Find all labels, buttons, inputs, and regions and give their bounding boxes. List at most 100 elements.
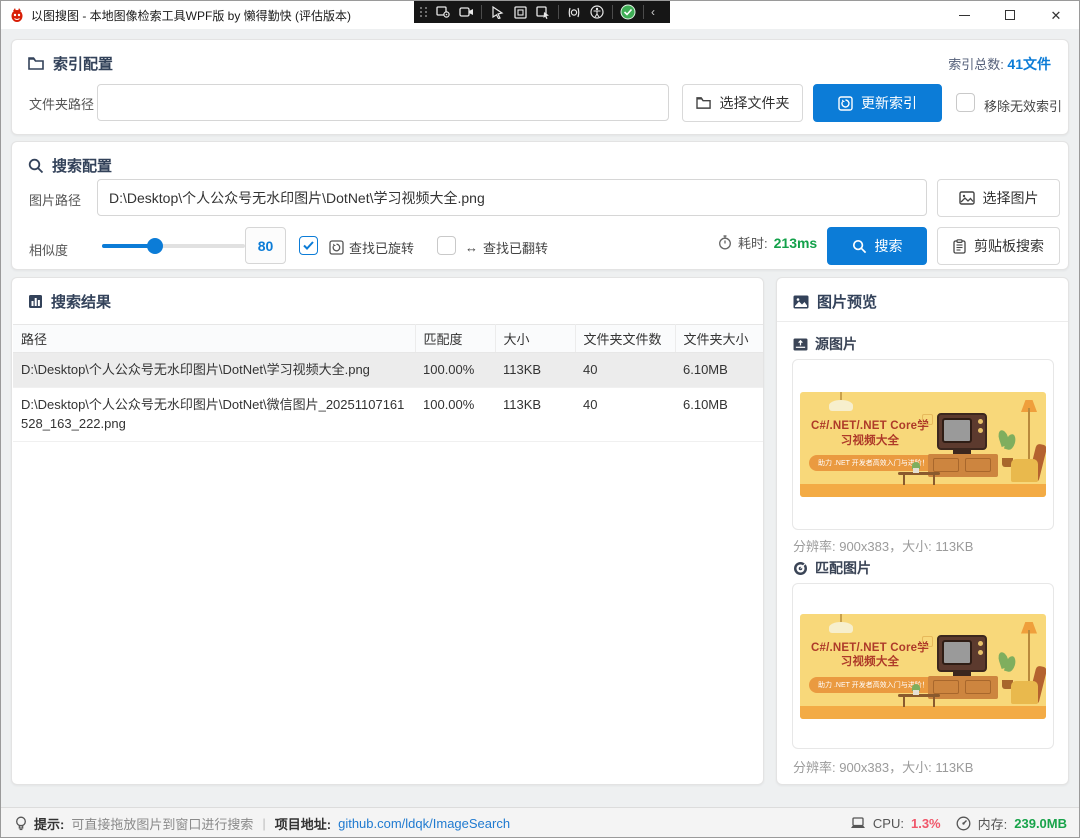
find-rotated-checkbox[interactable] [299,236,318,255]
maximize-icon [1005,10,1015,20]
find-rotated-option: 查找已旋转 [329,238,414,257]
banner-lamp-shade [829,622,853,633]
find-flipped-option: ↔ 查找已翻转 [465,238,548,257]
slider-thumb[interactable] [147,238,163,254]
collapse-chevron[interactable]: ‹ [651,5,655,19]
banner-title: C#/.NET/.NET Core学习视频大全 [806,419,934,449]
app-icon [9,7,25,23]
rotate-icon [329,240,344,255]
cpu-value: 1.3% [911,816,941,831]
banner-title: C#/.NET/.NET Core学习视频大全 [806,641,934,671]
source-image-header: 源图片 [793,334,857,354]
remove-invalid-checkbox[interactable] [956,93,975,112]
cursor-capture-icon[interactable] [535,4,551,20]
close-button[interactable]: ✕ [1033,1,1079,29]
recorder-icon[interactable] [458,4,474,20]
banner-tv-stand [953,672,971,676]
matched-image-info: 分辨率: 900x383，大小: 113KB [793,757,973,776]
banner-floorlamp-pole [1028,408,1030,463]
result-row[interactable]: D:\Desktop\个人公众号无水印图片\DotNet\学习视频大全.png … [13,353,763,388]
result-folder-files: 40 [575,387,675,441]
matched-image-frame[interactable]: C#/.NET/.NET Core学习视频大全 助力 .NET 开发者高效入门与… [792,583,1054,749]
banner-small-pot [913,468,919,473]
col-size[interactable]: 大小 [495,325,575,353]
target-icon [793,561,808,576]
window-title: 以图搜图 - 本地图像检索工具WPF版 by 懒得勤快 (评估版本) [31,7,351,24]
title-bar[interactable]: 以图搜图 - 本地图像检索工具WPF版 by 懒得勤快 (评估版本) [1,1,1079,29]
find-flipped-label: 查找已翻转 [483,238,548,257]
status-left: 提示: 可直接拖放图片到窗口进行搜索 | 项目地址: github.com/ld… [15,814,510,833]
select-image-button[interactable]: 选择图片 [937,179,1060,217]
matched-image-header: 匹配图片 [793,558,871,578]
search-button[interactable]: 搜索 [827,227,927,265]
index-config-card: 索引配置 索引总数: 41文件 文件夹路径 选择文件夹 更新索引 移除无效索引 [11,39,1069,135]
index-total: 索引总数: 41文件 [948,54,1051,74]
source-image-frame[interactable]: C#/.NET/.NET Core学习视频大全 助力 .NET 开发者高效入门与… [792,359,1054,530]
folder-icon [696,96,712,110]
accessibility-icon[interactable] [589,4,605,20]
banner-strip [800,706,1046,719]
annotate-icon[interactable] [435,4,451,20]
tip-label: 提示: [34,814,64,833]
source-image-icon [793,338,808,351]
image-path-input[interactable] [97,179,927,216]
similarity-value[interactable]: 80 [245,227,286,264]
result-folder-size: 6.10MB [675,387,763,441]
source-image-label: 源图片 [815,334,857,354]
cursor-icon[interactable] [489,4,505,20]
search-button-label: 搜索 [875,236,903,256]
project-label: 项目地址: [275,814,331,833]
toolbar-divider [612,5,613,19]
webcam-icon[interactable] [566,4,582,20]
index-config-title: 索引配置 [53,53,113,74]
banner-tv [937,635,987,672]
toolbar-divider [643,5,644,19]
clipboard-search-label: 剪贴板搜索 [974,236,1044,256]
find-flipped-checkbox[interactable] [437,236,456,255]
minimize-button[interactable] [941,1,987,29]
toolbar-divider [558,5,559,19]
col-folder-files[interactable]: 文件夹文件数 [575,325,675,353]
project-link[interactable]: github.com/ldqk/ImageSearch [338,816,510,831]
status-bar: 提示: 可直接拖放图片到窗口进行搜索 | 项目地址: github.com/ld… [1,807,1080,838]
result-folder-files: 40 [575,353,675,388]
window-controls: ✕ [941,1,1079,29]
results-header-row: 路径 匹配度 大小 文件夹文件数 文件夹大小 [13,325,763,353]
find-rotated-label: 查找已旋转 [349,238,414,257]
source-image-info: 分辨率: 900x383，大小: 113KB [793,536,973,555]
flip-arrow-icon: ↔ [465,240,478,255]
confirm-icon[interactable] [620,4,636,20]
search-icon [852,239,867,254]
memory-label: 内存: [978,814,1008,833]
col-folder-size[interactable]: 文件夹大小 [675,325,763,353]
result-size: 113KB [495,353,575,388]
source-image-thumbnail: C#/.NET/.NET Core学习视频大全 助力 .NET 开发者高效入门与… [800,392,1046,497]
maximize-button[interactable] [987,1,1033,29]
results-table: 路径 匹配度 大小 文件夹文件数 文件夹大小 D:\Desktop\个人公众号无… [13,324,763,442]
memory-gauge-icon [956,816,971,831]
region-icon[interactable] [512,4,528,20]
update-index-button[interactable]: 更新索引 [813,84,942,122]
folder-path-input[interactable] [97,84,669,121]
capture-overlay-toolbar[interactable]: ‹ [414,1,670,23]
banner-table-leg [933,475,935,485]
banner-tv [937,413,987,450]
col-match[interactable]: 匹配度 [415,325,495,353]
result-row[interactable]: D:\Desktop\个人公众号无水印图片\DotNet\微信图片_202511… [13,387,763,441]
col-path[interactable]: 路径 [13,325,415,353]
index-config-header: 索引配置 [28,53,113,74]
banner-small-pot [913,690,919,695]
search-config-card: 搜索配置 图片路径 选择图片 相似度 80 查找已旋转 ↔ 查找已翻转 [11,141,1069,270]
banner-table-leg [903,697,905,707]
search-config-title: 搜索配置 [52,155,112,176]
folder-icon [28,56,45,71]
image-preview-card: 图片预览 源图片 C#/.NET/.NET Core学习视频大全 助力 .NET… [776,277,1069,785]
result-match: 100.00% [415,353,495,388]
drag-grip-icon[interactable] [420,7,428,17]
clipboard-search-button[interactable]: 剪贴板搜索 [937,227,1060,265]
index-total-label: 索引总数: [948,57,1007,72]
similarity-slider[interactable] [102,238,245,254]
preview-image-icon [793,295,809,309]
select-folder-button[interactable]: 选择文件夹 [682,84,803,122]
image-preview-title: 图片预览 [817,291,877,312]
